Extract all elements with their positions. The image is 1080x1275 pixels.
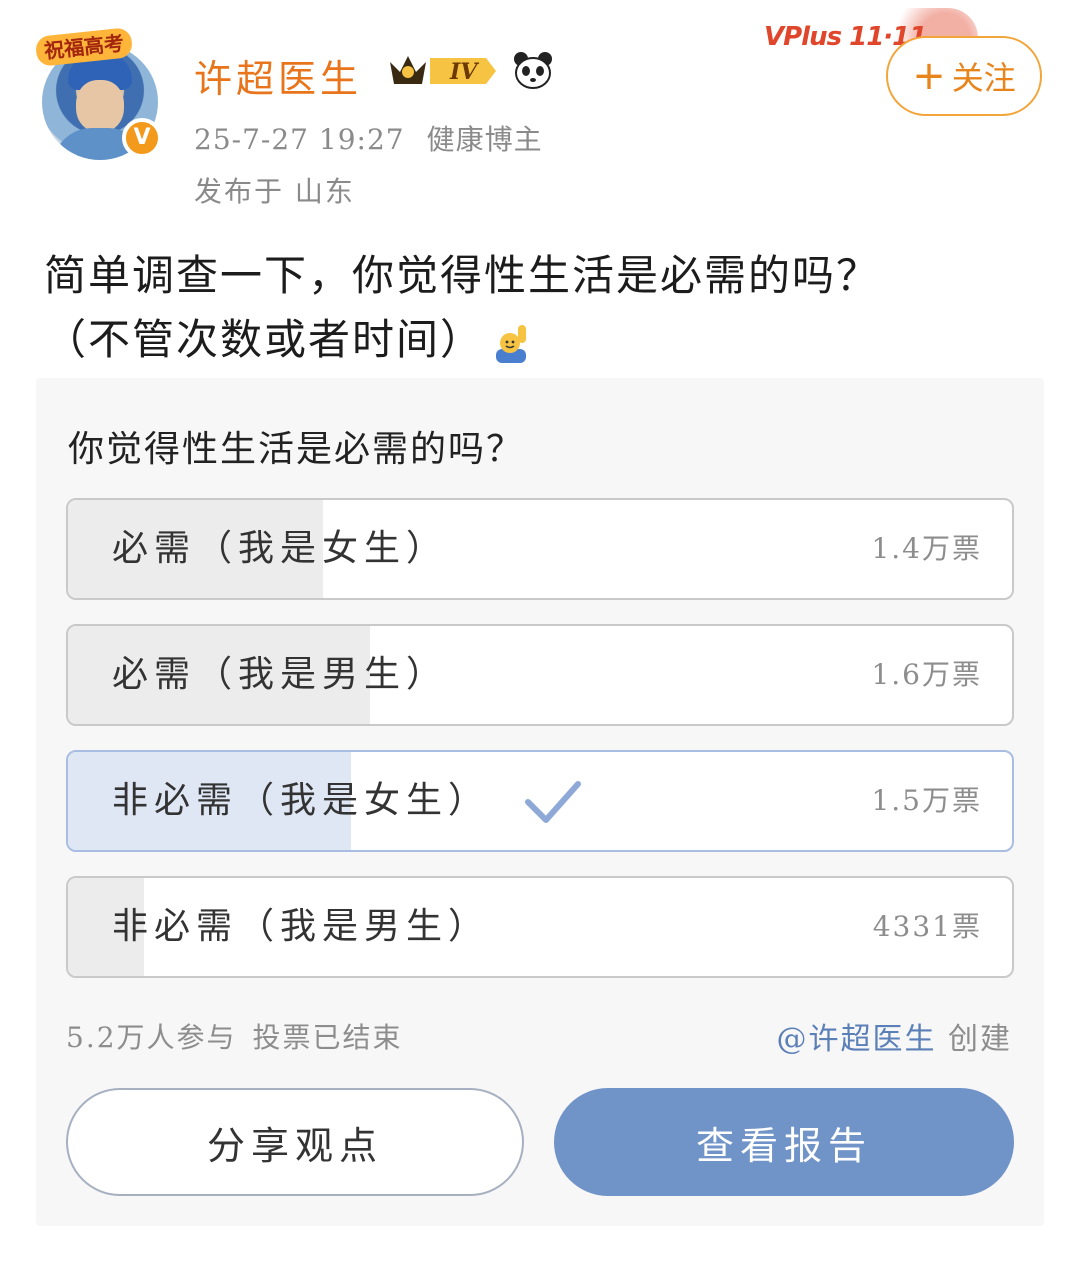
poll-option-count: 4331票: [872, 910, 982, 943]
post-text: 简单调查一下，你觉得性生活是必需的吗？ （不管次数或者时间）: [44, 244, 1044, 372]
crown-rank-badge-icon: IV: [390, 56, 496, 85]
poll-option-count: 1.4万票: [871, 532, 982, 565]
poll-option[interactable]: 必需（我是男生） 1.6万票: [66, 624, 1014, 726]
follow-button[interactable]: + 关注: [886, 36, 1042, 116]
rank-badge-text: IV: [449, 59, 479, 85]
poll-option[interactable]: 必需（我是女生） 1.4万票: [66, 498, 1014, 600]
poll-option-count: 1.5万票: [871, 784, 982, 817]
verified-badge-icon: V: [122, 118, 162, 158]
poll-question: 你觉得性生活是必需的吗？: [68, 429, 525, 470]
poll-creator: @许超医生 创建: [776, 1014, 1012, 1058]
poll-participants: 5.2万人参与: [66, 1021, 237, 1054]
view-report-button[interactable]: 查看报告: [554, 1088, 1014, 1196]
poll-option-label: 必需（我是女生）: [112, 528, 449, 569]
creator-mention-link[interactable]: @许超医生: [776, 1022, 936, 1057]
poll-option-label: 非必需（我是男生）: [112, 906, 491, 947]
avatar-wrap[interactable]: 祝福高考 V: [34, 27, 166, 160]
post-text-line-2: （不管次数或者时间）: [44, 315, 485, 364]
username[interactable]: 许超医生: [194, 48, 362, 103]
post-location: 发布于 山东: [194, 175, 355, 208]
account-type: 健康博主: [426, 123, 543, 156]
share-opinion-button[interactable]: 分享观点: [66, 1088, 524, 1196]
poll-status: 投票已结束: [252, 1021, 403, 1054]
poll-stats: 5.2万人参与 投票已结束: [66, 1016, 419, 1056]
avatar-face: [76, 80, 124, 132]
post-meta: 25-7-27 19:27 健康博主: [194, 118, 565, 158]
raising-hand-emoji-icon: [496, 325, 527, 363]
poll-option-label: 非必需（我是女生）: [112, 780, 491, 821]
poll-option[interactable]: 非必需（我是女生） 1.5万票: [66, 750, 1014, 852]
follow-label: 关注: [951, 59, 1016, 97]
poll-option-count: 1.6万票: [871, 658, 982, 691]
creator-suffix: 创建: [948, 1022, 1012, 1057]
poll-option[interactable]: 非必需（我是男生） 4331票: [66, 876, 1014, 978]
poll-card: 你觉得性生活是必需的吗？ 必需（我是女生） 1.4万票 必需（我是男生） 1.6…: [36, 378, 1044, 1226]
post-text-line-2-wrap: （不管次数或者时间）: [44, 308, 1044, 372]
post-text-line-1: 简单调查一下，你觉得性生活是必需的吗？: [44, 251, 881, 300]
poll-option-label: 必需（我是男生）: [112, 654, 449, 695]
plus-icon: +: [912, 53, 946, 99]
check-icon: [525, 781, 581, 823]
post-timestamp: 25-7-27 19:27: [194, 123, 405, 156]
panda-icon: [514, 52, 552, 89]
